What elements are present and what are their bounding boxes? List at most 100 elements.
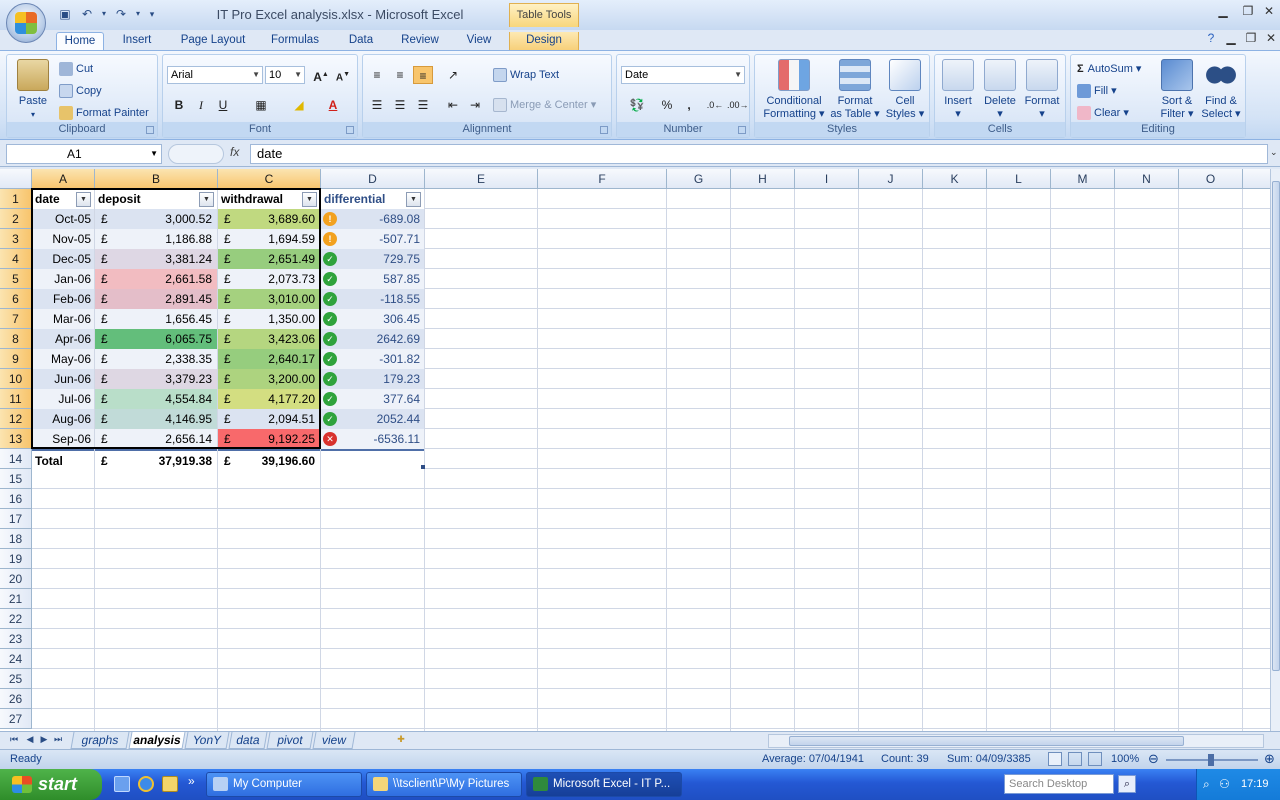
taskbar-my-computer[interactable]: My Computer <box>206 772 362 797</box>
withdrawal-cell[interactable]: £3,689.60 <box>218 209 320 229</box>
date-cell[interactable]: Aug-06 <box>32 409 94 429</box>
next-sheet-icon[interactable]: ▶ <box>38 734 50 745</box>
taskbar-excel[interactable]: Microsoft Excel - IT P... <box>526 772 682 797</box>
differential-cell[interactable]: ✓ 2052.44 <box>321 409 424 429</box>
date-cell[interactable]: Jun-06 <box>32 369 94 389</box>
workbook-minimize-icon[interactable]: ▁ <box>1220 31 1242 47</box>
worksheet-grid[interactable]: ABCDEFGHIJKLMNO 1 2 3 4 5 6 7 8 9 10 11 12 13 14 15 16 1… <box>0 169 1270 731</box>
first-sheet-icon[interactable]: ⏮ <box>8 734 20 745</box>
date-cell[interactable]: Jul-06 <box>32 389 94 409</box>
date-cell[interactable]: Apr-06 <box>32 329 94 349</box>
column-header-f[interactable]: F <box>538 169 667 189</box>
format-as-table-button[interactable]: Format as Table ▾ <box>829 59 881 121</box>
column-header-g[interactable]: G <box>667 169 731 189</box>
column-header-b[interactable]: B <box>95 169 218 189</box>
column-header-n[interactable]: N <box>1115 169 1179 189</box>
internet-explorer-icon[interactable] <box>138 776 154 792</box>
name-box[interactable]: A1 ▼ <box>6 144 162 164</box>
align-bottom-icon[interactable]: ≡ <box>413 66 433 84</box>
taskbar-my-pictures[interactable]: \\tsclient\P\My Pictures <box>366 772 522 797</box>
filter-dropdown-icon[interactable]: ▼ <box>302 192 317 207</box>
row-header-15[interactable]: 15 <box>0 469 32 489</box>
column-header-j[interactable]: J <box>859 169 923 189</box>
withdrawal-cell[interactable]: £9,192.25 <box>218 429 320 449</box>
withdrawal-cell[interactable]: £3,200.00 <box>218 369 320 389</box>
row-header-8[interactable]: 8 <box>0 329 32 349</box>
formula-input[interactable]: date <box>250 144 1268 164</box>
sort-filter-button[interactable]: Sort & Filter ▾ <box>1155 59 1199 121</box>
deposit-cell[interactable]: £2,891.45 <box>95 289 217 309</box>
prev-sheet-icon[interactable]: ◀ <box>24 734 36 745</box>
row-header-7[interactable]: 7 <box>0 309 32 329</box>
sheet-tab-yony[interactable]: YonY <box>184 732 230 749</box>
column-header-i[interactable]: I <box>795 169 859 189</box>
cell-styles-button[interactable]: Cell Styles ▾ <box>883 59 927 121</box>
vertical-scroll-thumb[interactable] <box>1272 181 1280 671</box>
row-header-27[interactable]: 27 <box>0 709 32 729</box>
row-header-24[interactable]: 24 <box>0 649 32 669</box>
column-header-d[interactable]: D <box>321 169 425 189</box>
filter-dropdown-icon[interactable]: ▼ <box>76 192 91 207</box>
sheet-tab-analysis[interactable]: analysis <box>128 732 186 749</box>
page-layout-view-icon[interactable] <box>1068 752 1082 766</box>
row-header-16[interactable]: 16 <box>0 489 32 509</box>
format-cells-button[interactable]: Format ▾ <box>1021 59 1063 121</box>
zoom-level[interactable]: 100% <box>1111 753 1139 765</box>
clear-button[interactable]: Clear ▾ <box>1077 104 1129 122</box>
tab-view[interactable]: View <box>458 32 500 51</box>
date-cell[interactable]: May-06 <box>32 349 94 369</box>
tab-insert[interactable]: Insert <box>114 32 160 51</box>
fill-color-icon[interactable]: ◢ <box>289 96 309 114</box>
tab-design[interactable]: Design <box>509 32 579 51</box>
row-header-20[interactable]: 20 <box>0 569 32 589</box>
borders-icon[interactable]: ▦ <box>251 96 271 114</box>
tray-network-icon[interactable]: ⚇ <box>1219 777 1230 791</box>
increase-indent-icon[interactable]: ⇥ <box>465 96 485 114</box>
withdrawal-cell[interactable]: £3,010.00 <box>218 289 320 309</box>
number-launcher-icon[interactable] <box>738 126 746 134</box>
column-header-k[interactable]: K <box>923 169 987 189</box>
font-size-dropdown[interactable]: 10 ▼ <box>265 66 305 84</box>
column-header-a[interactable]: A <box>32 169 95 189</box>
row-header-18[interactable]: 18 <box>0 529 32 549</box>
format-painter-button[interactable]: Format Painter <box>59 104 149 122</box>
total-withdrawal-cell[interactable]: £39,196.60 <box>218 449 320 469</box>
find-select-button[interactable]: Find & Select ▾ <box>1199 59 1243 121</box>
row-header-3[interactable]: 3 <box>0 229 32 249</box>
filter-dropdown-icon[interactable]: ▼ <box>406 192 421 207</box>
row-header-26[interactable]: 26 <box>0 689 32 709</box>
comma-button[interactable]: , <box>679 96 699 114</box>
bold-button[interactable]: B <box>169 96 189 114</box>
row-header-5[interactable]: 5 <box>0 269 32 289</box>
align-center-icon[interactable]: ☰ <box>390 96 410 114</box>
column-header-e[interactable]: E <box>425 169 538 189</box>
expand-formula-bar-icon[interactable]: ⌄ <box>1270 147 1278 158</box>
differential-cell[interactable]: ✓ -118.55 <box>321 289 424 309</box>
date-cell[interactable]: Feb-06 <box>32 289 94 309</box>
normal-view-icon[interactable] <box>1048 752 1062 766</box>
column-header-o[interactable]: O <box>1179 169 1243 189</box>
column-header-h[interactable]: H <box>731 169 795 189</box>
office-button[interactable] <box>6 3 46 43</box>
deposit-cell[interactable]: £1,656.45 <box>95 309 217 329</box>
align-middle-icon[interactable]: ≡ <box>390 66 410 84</box>
deposit-cell[interactable]: £6,065.75 <box>95 329 217 349</box>
tab-review[interactable]: Review <box>394 32 446 51</box>
currency-icon[interactable]: 💱 <box>623 96 651 114</box>
tab-page-layout[interactable]: Page Layout <box>174 32 252 51</box>
italic-button[interactable]: I <box>191 96 211 114</box>
insert-sheet-icon[interactable]: ✚ <box>394 734 408 745</box>
horizontal-scrollbar[interactable] <box>768 734 1264 748</box>
cut-button[interactable]: Cut <box>59 60 93 78</box>
alignment-launcher-icon[interactable] <box>600 126 608 134</box>
delete-cells-button[interactable]: Delete ▾ <box>979 59 1021 121</box>
search-desktop-input[interactable]: Search Desktop <box>1004 774 1114 794</box>
withdrawal-cell[interactable]: £2,640.17 <box>218 349 320 369</box>
insert-cells-button[interactable]: Insert ▾ <box>937 59 979 121</box>
differential-cell[interactable]: ✓ -301.82 <box>321 349 424 369</box>
copy-button[interactable]: Copy <box>59 82 102 100</box>
row-header-6[interactable]: 6 <box>0 289 32 309</box>
row-header-25[interactable]: 25 <box>0 669 32 689</box>
row-header-21[interactable]: 21 <box>0 589 32 609</box>
align-top-icon[interactable]: ≡ <box>367 66 387 84</box>
